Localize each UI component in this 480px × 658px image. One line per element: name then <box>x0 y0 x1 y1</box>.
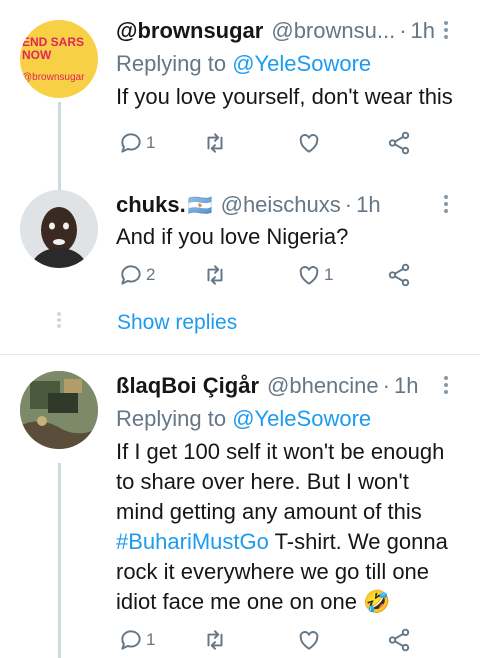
like-button[interactable] <box>296 625 324 655</box>
tweet-text: If I get 100 self it won't be enough to … <box>116 439 448 614</box>
reply-count: 2 <box>146 265 156 284</box>
like-button[interactable] <box>296 128 324 158</box>
more-options-icon[interactable] <box>436 373 456 399</box>
retweet-icon <box>207 630 223 650</box>
retweet-button[interactable] <box>202 625 230 655</box>
avatar-photo <box>20 190 98 268</box>
mention-link[interactable]: @YeleSowore <box>232 51 371 76</box>
reply-icon <box>121 133 141 153</box>
display-name[interactable]: chuks. <box>116 188 186 222</box>
thread-continuation-dots <box>56 310 62 330</box>
tweet-header: @brownsugar @brownsu... · 1h <box>116 14 460 48</box>
heart-icon <box>299 631 319 650</box>
heart-icon <box>299 134 319 153</box>
share-icon <box>388 628 410 652</box>
more-options-icon[interactable] <box>436 192 456 218</box>
tweet-header: chuks. 🇦🇷 @heischuxs · 1h <box>116 188 460 222</box>
reply-icon <box>121 630 141 650</box>
reply-count: 1 <box>146 133 156 152</box>
timestamp[interactable]: 1h <box>411 14 435 48</box>
avatar-text: END SARS NOW <box>22 35 85 62</box>
tweet-1[interactable]: END SARS NOW @brownsugar @brownsugar @br… <box>0 0 480 180</box>
user-handle[interactable]: @bhencine <box>267 369 379 403</box>
replying-to: Replying to @YeleSowore <box>116 51 372 76</box>
separator-dot: · <box>399 18 407 43</box>
share-icon <box>388 131 410 155</box>
mention-link[interactable]: @YeleSowore <box>232 406 371 431</box>
retweet-button[interactable] <box>202 260 230 290</box>
more-options-icon[interactable] <box>436 18 456 44</box>
tweet-header: ßlaqBoi Çigår @bhencine · 1h <box>116 369 460 403</box>
share-icon <box>388 263 410 287</box>
timestamp[interactable]: 1h <box>356 188 380 222</box>
thread-line <box>58 463 61 658</box>
show-replies-link[interactable]: Show replies <box>117 308 237 338</box>
tweet-text: And if you love Nigeria? <box>116 224 349 249</box>
avatar-photo <box>20 371 98 449</box>
share-button[interactable] <box>386 128 412 158</box>
share-button[interactable] <box>386 625 412 655</box>
separator-dot: · <box>344 192 353 217</box>
timestamp[interactable]: 1h <box>394 369 418 403</box>
share-button[interactable] <box>386 260 412 290</box>
emoji: 🤣 <box>363 589 391 614</box>
user-handle[interactable]: @heischuxs <box>221 188 341 222</box>
reply-button[interactable]: 1 <box>118 128 155 158</box>
like-button[interactable]: 1 <box>296 260 333 290</box>
reply-button[interactable]: 1 <box>118 625 155 655</box>
tweet-3[interactable]: ßlaqBoi Çigår @bhencine · 1h Replying to… <box>0 355 480 658</box>
avatar-handle-text: @brownsugar <box>22 72 85 83</box>
tweet-actions: 2 1 <box>116 260 416 290</box>
flag-emoji: 🇦🇷 <box>187 195 213 217</box>
reply-count: 1 <box>146 630 156 649</box>
replying-to: Replying to @YeleSowore <box>116 406 372 431</box>
separator-dot: · <box>382 373 390 398</box>
like-count: 1 <box>324 265 334 284</box>
heart-icon <box>299 266 319 285</box>
hashtag-link[interactable]: #BuhariMustGo <box>116 529 269 554</box>
retweet-icon <box>207 133 223 153</box>
display-name[interactable]: @brownsugar <box>116 14 263 48</box>
tweet-text: If you love yourself, don't wear this <box>116 84 453 109</box>
tweet-actions: 1 <box>116 128 416 158</box>
tweet-actions: 1 <box>116 625 416 655</box>
avatar[interactable]: END SARS NOW @brownsugar <box>20 20 98 98</box>
avatar[interactable] <box>20 190 98 268</box>
user-handle[interactable]: @brownsu... <box>271 14 395 48</box>
retweet-icon <box>207 265 223 285</box>
avatar[interactable] <box>20 371 98 449</box>
reply-button[interactable]: 2 <box>118 260 155 290</box>
tweet-2[interactable]: chuks. 🇦🇷 @heischuxs · 1h And if you lov… <box>0 180 480 355</box>
display-name[interactable]: ßlaqBoi Çigår <box>116 369 259 403</box>
reply-icon <box>121 265 141 285</box>
retweet-button[interactable] <box>202 128 230 158</box>
